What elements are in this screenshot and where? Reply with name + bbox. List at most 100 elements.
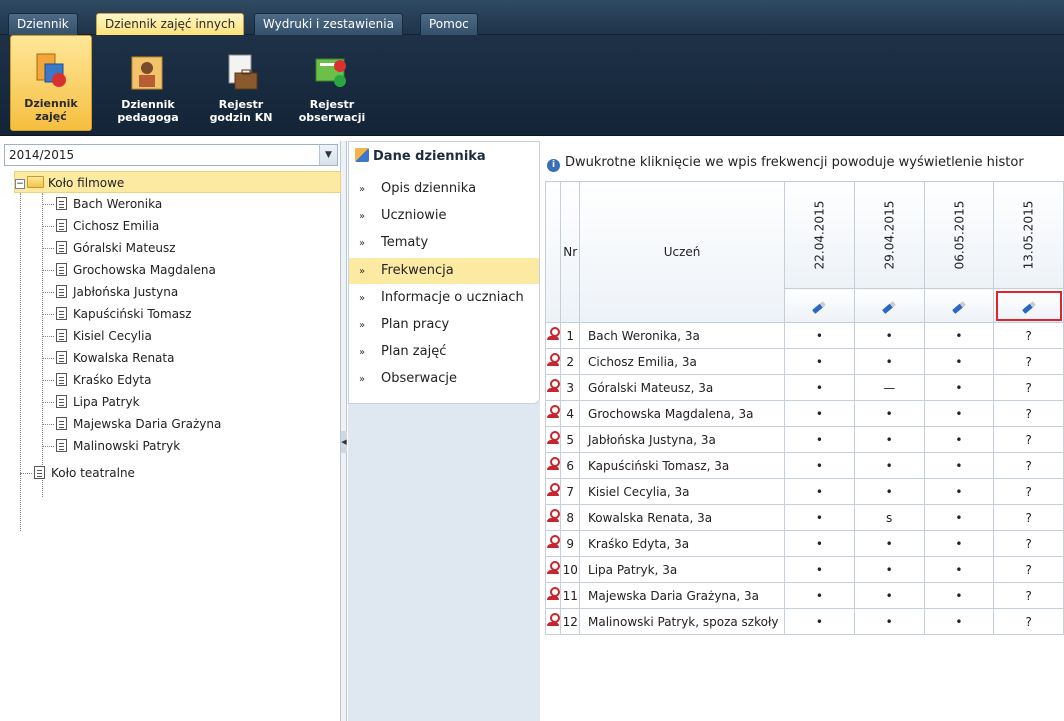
- attendance-mark[interactable]: •: [784, 374, 855, 401]
- nav-item-obserwacje[interactable]: » Obserwacje: [349, 366, 539, 392]
- attendance-mark[interactable]: •: [923, 348, 995, 375]
- tab-dziennik-zajec-innych[interactable]: Dziennik zajęć innych: [96, 13, 245, 35]
- attendance-mark[interactable]: •: [784, 556, 855, 583]
- attendance-mark[interactable]: •: [923, 556, 995, 583]
- tab-pomoc[interactable]: Pomoc: [420, 13, 478, 35]
- collapse-icon[interactable]: −: [15, 178, 25, 189]
- tree-item-student[interactable]: Cichosz Emilia: [42, 215, 159, 237]
- attendance-mark[interactable]: ?: [993, 452, 1064, 479]
- tree-item-student[interactable]: Kraśko Edyta: [42, 369, 151, 391]
- edit-attendance-button[interactable]: [923, 288, 995, 323]
- table-row[interactable]: 6 Kapuściński Tomasz, 3a • • •?: [544, 452, 1064, 479]
- ribbon-dziennik-pedagoga-button[interactable]: Dziennik pedagoga: [112, 43, 184, 131]
- attendance-mark[interactable]: •: [853, 478, 925, 505]
- attendance-mark[interactable]: ?: [993, 322, 1064, 349]
- attendance-mark[interactable]: ?: [993, 374, 1064, 401]
- attendance-mark[interactable]: ?: [993, 504, 1064, 531]
- tree-item-student[interactable]: Kowalska Renata: [42, 347, 174, 369]
- attendance-mark[interactable]: •: [784, 504, 855, 531]
- attendance-mark[interactable]: •: [923, 478, 995, 505]
- column-header-date[interactable]: 29.04.2015: [853, 181, 925, 289]
- table-row[interactable]: 1 Bach Weronika, 3a • • •?: [544, 322, 1064, 349]
- attendance-mark[interactable]: •: [853, 582, 925, 609]
- attendance-mark[interactable]: •: [923, 400, 995, 427]
- attendance-mark[interactable]: •: [923, 426, 995, 453]
- nav-item-informacje-o-uczniach[interactable]: » Informacje o uczniach: [349, 285, 539, 311]
- attendance-mark[interactable]: ?: [993, 348, 1064, 375]
- edit-attendance-button[interactable]: [853, 288, 925, 323]
- attendance-mark[interactable]: •: [923, 504, 995, 531]
- table-row[interactable]: 10 Lipa Patryk, 3a • • •?: [544, 556, 1064, 583]
- attendance-mark[interactable]: ?: [993, 478, 1064, 505]
- tab-wydruki-i-zestawienia[interactable]: Wydruki i zestawienia: [254, 13, 403, 35]
- edit-attendance-button-highlighted[interactable]: [993, 288, 1064, 323]
- attendance-mark[interactable]: ?: [993, 400, 1064, 427]
- attendance-mark[interactable]: •: [853, 426, 925, 453]
- attendance-mark[interactable]: —: [853, 374, 925, 401]
- attendance-mark[interactable]: ?: [993, 608, 1064, 635]
- attendance-mark[interactable]: •: [923, 608, 995, 635]
- column-header-date[interactable]: 22.04.2015: [784, 181, 855, 289]
- attendance-mark[interactable]: •: [784, 452, 855, 479]
- nav-item-uczniowie[interactable]: » Uczniowie: [349, 203, 539, 229]
- tree-node-kolo-teatralne[interactable]: Koło teatralne: [20, 462, 135, 484]
- school-year-select[interactable]: 2014/2015 ▼: [4, 144, 338, 166]
- attendance-mark[interactable]: •: [923, 322, 995, 349]
- tab-dziennik[interactable]: Dziennik: [8, 13, 78, 35]
- attendance-mark[interactable]: •: [784, 426, 855, 453]
- attendance-mark[interactable]: •: [784, 400, 855, 427]
- tree-item-student[interactable]: Jabłońska Justyna: [42, 281, 178, 303]
- tree-node-kolo-filmowe[interactable]: − Koło filmowe: [14, 171, 341, 193]
- attendance-mark[interactable]: •: [923, 374, 995, 401]
- nav-item-frekwencja[interactable]: » Frekwencja: [349, 258, 539, 284]
- attendance-mark[interactable]: ?: [993, 582, 1064, 609]
- table-row[interactable]: 3 Góralski Mateusz, 3a • — •?: [544, 374, 1064, 401]
- ribbon-rejestr-obserwacji-button[interactable]: Rejestr obserwacji: [296, 43, 368, 131]
- nav-item-tematy[interactable]: » Tematy: [349, 230, 539, 256]
- attendance-mark[interactable]: s: [853, 504, 925, 531]
- attendance-mark[interactable]: •: [853, 556, 925, 583]
- table-row[interactable]: 4 Grochowska Magdalena, 3a • • •?: [544, 400, 1064, 427]
- nav-item-plan-zajec[interactable]: » Plan zajęć: [349, 339, 539, 365]
- attendance-mark[interactable]: •: [784, 530, 855, 557]
- collapse-left-icon[interactable]: ◀: [341, 431, 347, 453]
- attendance-mark[interactable]: •: [784, 478, 855, 505]
- attendance-mark[interactable]: ?: [993, 556, 1064, 583]
- column-header-nr[interactable]: Nr: [560, 181, 581, 323]
- table-row[interactable]: 8 Kowalska Renata, 3a • s •?: [544, 504, 1064, 531]
- attendance-mark[interactable]: •: [853, 400, 925, 427]
- edit-attendance-button[interactable]: [784, 288, 855, 323]
- attendance-mark[interactable]: •: [923, 452, 995, 479]
- attendance-mark[interactable]: ?: [993, 530, 1064, 557]
- tree-item-student[interactable]: Lipa Patryk: [42, 391, 140, 413]
- table-row[interactable]: 11 Majewska Daria Grażyna, 3a • • •?: [544, 582, 1064, 609]
- column-header-date[interactable]: 06.05.2015: [923, 181, 995, 289]
- ribbon-dziennik-zajec-button[interactable]: Dziennik zajęć: [10, 35, 92, 131]
- attendance-mark[interactable]: •: [784, 608, 855, 635]
- attendance-mark[interactable]: •: [853, 608, 925, 635]
- attendance-mark[interactable]: •: [784, 348, 855, 375]
- table-row[interactable]: 5 Jabłońska Justyna, 3a • • •?: [544, 426, 1064, 453]
- nav-item-plan-pracy[interactable]: » Plan pracy: [349, 312, 539, 338]
- panel-splitter[interactable]: ◀: [341, 141, 347, 721]
- attendance-mark[interactable]: •: [853, 530, 925, 557]
- nav-item-opis-dziennika[interactable]: » Opis dziennika: [349, 176, 539, 202]
- attendance-mark[interactable]: •: [923, 530, 995, 557]
- tree-item-student[interactable]: Majewska Daria Grażyna: [42, 413, 221, 435]
- tree-item-student[interactable]: Grochowska Magdalena: [42, 259, 216, 281]
- attendance-mark[interactable]: •: [923, 582, 995, 609]
- attendance-mark[interactable]: •: [784, 582, 855, 609]
- table-row[interactable]: 7 Kisiel Cecylia, 3a • • •?: [544, 478, 1064, 505]
- column-header-uczen[interactable]: Uczeń: [579, 181, 786, 323]
- column-header-date[interactable]: 13.05.2015: [993, 181, 1064, 289]
- attendance-mark[interactable]: •: [853, 322, 925, 349]
- ribbon-rejestr-godzin-kn-button[interactable]: Rejestr godzin KN: [205, 43, 277, 131]
- chevron-down-icon[interactable]: ▼: [319, 145, 337, 165]
- tree-item-student[interactable]: Malinowski Patryk: [42, 435, 180, 457]
- tree-item-student[interactable]: Kisiel Cecylia: [42, 325, 152, 347]
- table-row[interactable]: 12 Malinowski Patryk, spoza szkoły • • •?: [544, 608, 1064, 635]
- table-row[interactable]: 9 Kraśko Edyta, 3a • • •?: [544, 530, 1064, 557]
- attendance-mark[interactable]: •: [853, 452, 925, 479]
- attendance-mark[interactable]: •: [853, 348, 925, 375]
- attendance-mark[interactable]: ?: [993, 426, 1064, 453]
